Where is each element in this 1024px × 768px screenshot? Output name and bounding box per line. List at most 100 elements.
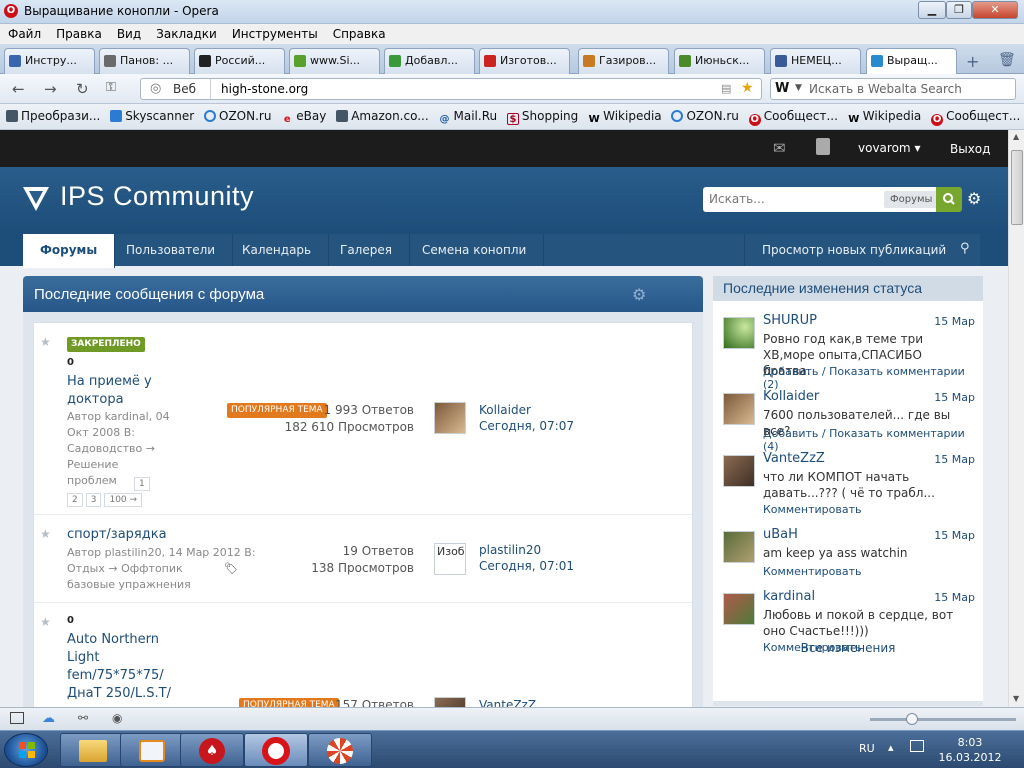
status-date[interactable]: 15 Мар [934, 391, 975, 404]
maximize-button[interactable]: ❐ [946, 1, 972, 19]
vertical-scrollbar[interactable]: ▲ ▼ [1008, 130, 1024, 707]
status-date[interactable]: 15 Мар [934, 453, 975, 466]
bookmark-star-icon[interactable]: ★ [741, 80, 754, 96]
comment-link[interactable]: Комментировать [763, 565, 861, 578]
avatar[interactable] [723, 593, 755, 625]
site-logo[interactable]: IPS Community [60, 181, 254, 212]
avatar[interactable] [723, 393, 755, 425]
star-icon[interactable]: ★ [40, 527, 51, 541]
opera-taskbar-button[interactable] [244, 733, 308, 767]
media-taskbar-button[interactable] [120, 733, 184, 767]
last-poster-name[interactable]: VanteZzZ [479, 697, 536, 707]
tab-forums[interactable]: Форумы [23, 234, 116, 268]
app-taskbar-button[interactable] [308, 733, 372, 767]
status-author[interactable]: uBaH [763, 527, 798, 542]
browser-tab[interactable]: Добавл... [384, 48, 475, 74]
avatar[interactable] [723, 531, 755, 563]
comments-link[interactable]: Добавить / Показать комментарии (2) [763, 365, 975, 391]
pokerstars-taskbar-button[interactable]: ♠ [180, 733, 244, 767]
last-post-time[interactable]: Сегодня, 07:01 [479, 558, 574, 574]
topic-title[interactable]: спорт/зарядка [67, 526, 167, 544]
zoom-slider-handle[interactable] [906, 713, 918, 725]
menu-bookmarks[interactable]: Закладки [148, 24, 224, 41]
zoom-slider[interactable] [870, 718, 1016, 721]
start-button[interactable] [4, 733, 48, 767]
view-new-content-link[interactable]: Просмотр новых публикаций [744, 234, 963, 266]
tab-calendar[interactable]: Календарь [225, 234, 330, 266]
browser-tab[interactable]: Газиров... [578, 48, 669, 74]
page-link[interactable]: 100 → [104, 493, 143, 507]
gear-icon[interactable]: ⚙ [632, 285, 646, 304]
language-indicator[interactable]: RU [859, 742, 875, 755]
forum-link[interactable]: Садоводство → [67, 441, 170, 457]
star-icon[interactable]: ★ [40, 615, 51, 629]
forum-link[interactable]: Отдых → Оффтопик [67, 562, 183, 575]
tab-gallery[interactable]: Галерея [323, 234, 410, 266]
notification-icon[interactable] [816, 138, 830, 155]
search-button[interactable] [936, 187, 962, 212]
all-changes-link[interactable]: Все изменения [713, 641, 983, 655]
scroll-down-icon[interactable]: ▼ [1013, 694, 1019, 703]
tab-members[interactable]: Пользователи [109, 234, 234, 266]
avatar[interactable] [723, 455, 755, 487]
bookmark-item[interactable]: W Wikipedia [588, 109, 662, 126]
status-author[interactable]: VanteZzZ [763, 451, 825, 466]
last-post-time[interactable]: Сегодня, 07:07 [479, 418, 574, 434]
bookmark-item[interactable]: $ Shopping [506, 109, 578, 125]
chevron-down-icon[interactable]: ▼ [795, 83, 802, 93]
page-link[interactable]: 1 [134, 477, 150, 491]
trash-icon[interactable]: 🗑 [998, 52, 1016, 68]
browser-tab[interactable]: НЕМЕЦ... [770, 48, 861, 74]
status-author[interactable]: SHURUP [763, 313, 817, 328]
envelope-icon[interactable]: ✉ [773, 139, 786, 157]
status-date[interactable]: 15 Мар [934, 529, 975, 542]
key-icon[interactable]: ⚿ [106, 80, 116, 95]
user-menu[interactable]: vovarom ▾ [858, 141, 920, 155]
bookmark-item[interactable]: W Wikipedia [848, 109, 921, 126]
page-link[interactable]: 3 [85, 493, 102, 507]
url-text[interactable]: high-stone.org [221, 82, 308, 96]
bookmark-item[interactable]: e eBay [281, 109, 326, 126]
close-button[interactable]: ✕ [972, 1, 1018, 19]
browser-tab[interactable]: www.Si... [289, 48, 380, 74]
explorer-taskbar-button[interactable] [60, 733, 124, 767]
menu-view[interactable]: Вид [109, 24, 148, 41]
unite-icon[interactable]: ⚯ [78, 711, 88, 725]
last-poster-name[interactable]: plastilin20 [479, 542, 574, 558]
site-search-input[interactable]: Искать... Форумы [703, 187, 939, 212]
bookmark-item[interactable]: Skyscanner [110, 109, 194, 123]
tray-arrow-icon[interactable]: ▴ [888, 741, 894, 754]
tab-seeds[interactable]: Семена конопли [405, 234, 545, 266]
menu-tools[interactable]: Инструменты [224, 24, 325, 41]
new-tab-icon[interactable]: + [966, 52, 979, 71]
clock[interactable]: 8:03 16.03.2012 [930, 735, 1010, 765]
reload-icon[interactable]: ↻ [76, 80, 89, 98]
last-poster-name[interactable]: Kollaider [479, 402, 574, 418]
search-scope[interactable]: Форумы [884, 191, 939, 208]
location-pin-icon[interactable]: ⚲ [960, 241, 970, 256]
topic-tag[interactable]: базовые упражнения [67, 577, 256, 593]
status-date[interactable]: 15 Мар [934, 315, 975, 328]
topic-title[interactable]: На приемё у доктора [67, 373, 152, 409]
back-icon[interactable]: ← [12, 80, 25, 98]
page-link[interactable]: 2 [67, 493, 83, 507]
menu-help[interactable]: Справка [325, 24, 393, 41]
browser-tab[interactable]: Июньск... [674, 48, 765, 74]
bookmark-item[interactable]: Amazon.co... [336, 109, 429, 123]
forward-icon[interactable]: → [44, 80, 57, 98]
menu-edit[interactable]: Правка [48, 24, 109, 41]
browser-tab[interactable]: Изготов... [479, 48, 570, 74]
gear-icon[interactable]: ⚙ [967, 189, 981, 208]
avatar[interactable] [434, 402, 466, 434]
status-date[interactable]: 15 Мар [934, 591, 975, 604]
star-icon[interactable]: ★ [40, 335, 51, 349]
address-field[interactable]: Веб ◎ high-stone.org ▤ ★ [140, 78, 762, 100]
browser-tab[interactable]: Инстру... [4, 48, 95, 74]
avatar[interactable] [434, 697, 466, 707]
comment-link[interactable]: Комментировать [763, 503, 861, 516]
scrollbar-thumb[interactable] [1011, 150, 1023, 225]
topic-title[interactable]: Auto Northern Light fem/75*75*75/ ДнаТ 2… [67, 631, 171, 703]
browser-tab[interactable]: Панов: ... [99, 48, 190, 74]
panel-toggle-icon[interactable] [10, 712, 24, 724]
comments-link[interactable]: Добавить / Показать комментарии (4) [763, 427, 975, 453]
